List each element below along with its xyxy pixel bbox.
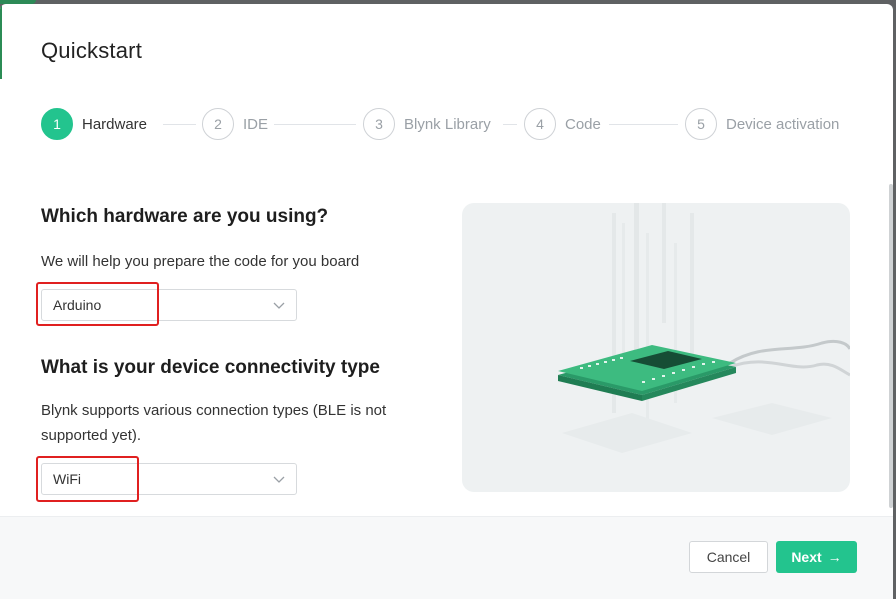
step-blynk-library[interactable]: 3 Blynk Library [363, 108, 491, 140]
board-illustration [558, 203, 850, 453]
step-connector [609, 124, 678, 125]
step-number: 1 [41, 108, 73, 140]
cancel-button[interactable]: Cancel [689, 541, 768, 573]
quickstart-dialog: Quickstart 1 Hardware 2 IDE 3 Blynk Libr… [0, 4, 893, 599]
hardware-illustration [462, 203, 850, 492]
step-connector [274, 124, 356, 125]
arrow-right-icon: → [827, 549, 842, 565]
step-label: Device activation [726, 115, 840, 133]
step-label: Code [565, 115, 601, 133]
hardware-heading: Which hardware are you using? [41, 206, 329, 227]
connectivity-heading: What is your device connectivity type [41, 357, 380, 378]
step-code[interactable]: 4 Code [524, 108, 601, 140]
hardware-select-value: Arduino [53, 297, 102, 313]
connectivity-select[interactable]: WiFi [41, 463, 297, 495]
content-scrollbar[interactable] [889, 184, 893, 508]
step-device-activation[interactable]: 5 Device activation [685, 108, 839, 140]
step-ide[interactable]: 2 IDE [202, 108, 268, 140]
step-label: Hardware [82, 115, 148, 133]
dialog-footer: Cancel Next → [0, 516, 893, 599]
next-button[interactable]: Next → [776, 541, 857, 573]
stepper: 1 Hardware 2 IDE 3 Blynk Library 4 Code … [41, 108, 853, 140]
dialog-title: Quickstart [41, 38, 143, 63]
step-connector [163, 124, 196, 125]
chevron-down-icon [273, 476, 285, 483]
dialog-edge-accent [0, 4, 2, 79]
hardware-description: We will help you prepare the code for yo… [41, 253, 360, 270]
step-number: 4 [524, 108, 556, 140]
hardware-select[interactable]: Arduino [41, 289, 297, 321]
step-label: IDE [243, 115, 269, 133]
step-hardware[interactable]: 1 Hardware [41, 108, 147, 140]
chevron-down-icon [273, 302, 285, 309]
cancel-button-label: Cancel [706, 549, 751, 565]
connectivity-select-value: WiFi [53, 471, 81, 487]
step-number: 2 [202, 108, 234, 140]
step-number: 3 [363, 108, 395, 140]
step-number: 5 [685, 108, 717, 140]
step-connector [503, 124, 517, 125]
next-button-label: Next [791, 549, 822, 565]
connectivity-description: Blynk supports various connection types … [41, 402, 387, 444]
step-label: Blynk Library [404, 115, 491, 133]
